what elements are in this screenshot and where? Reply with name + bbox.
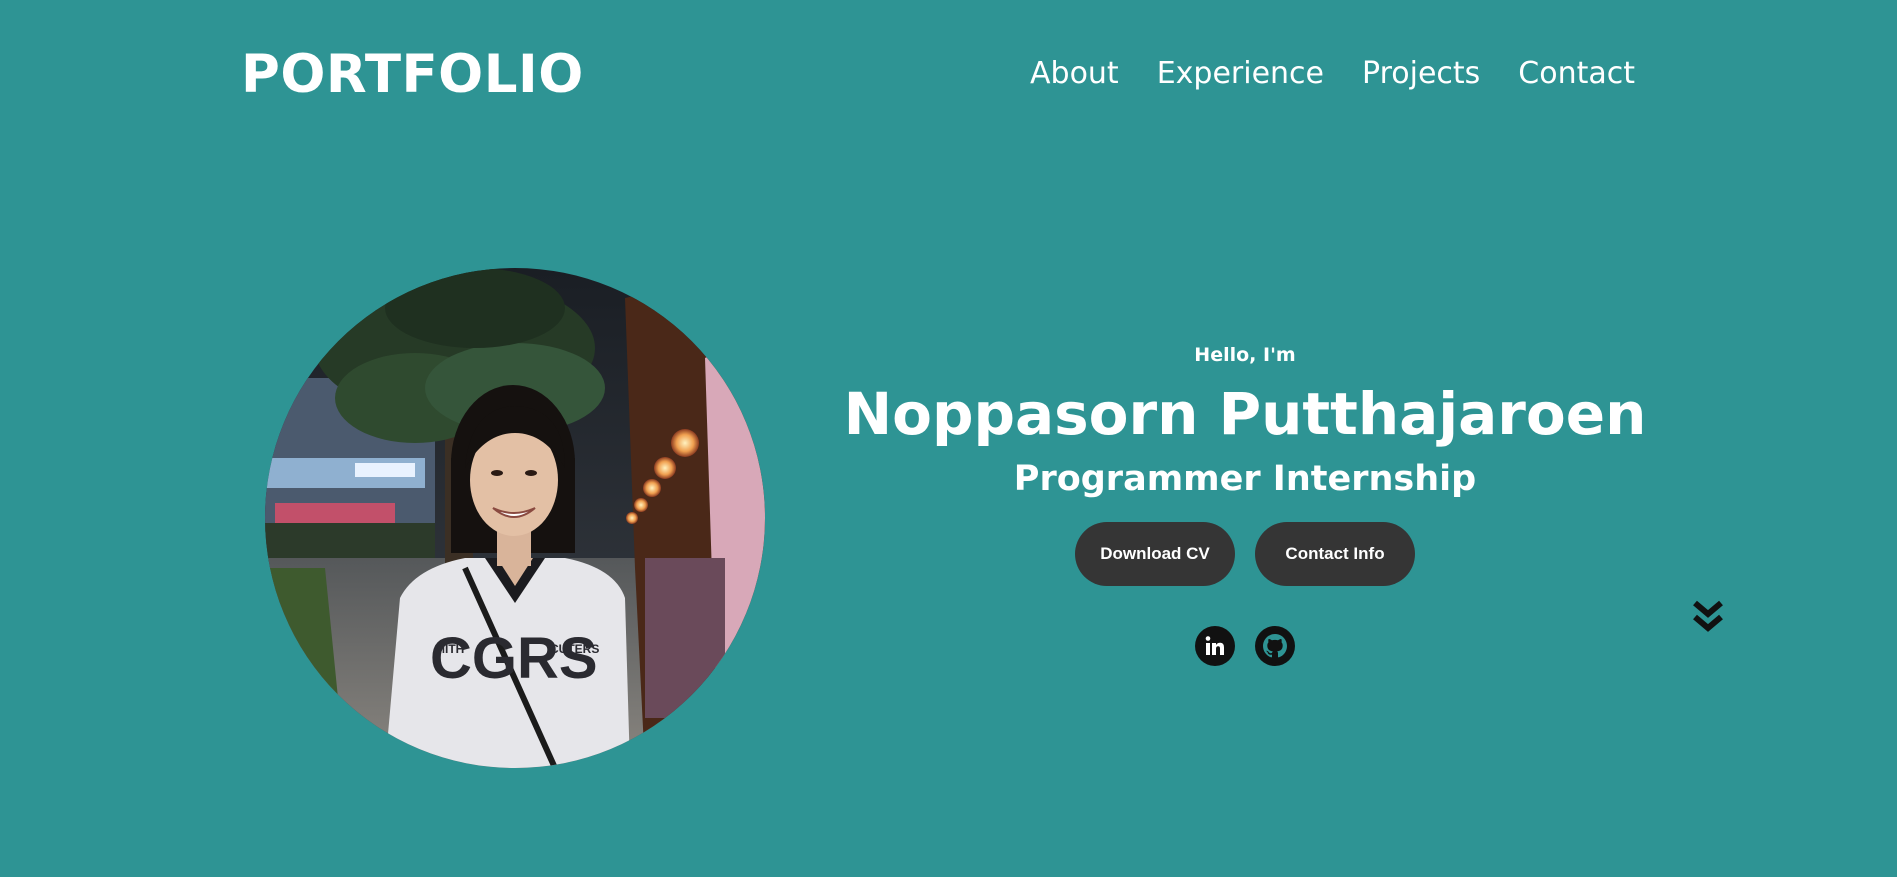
hero-intro: Hello, I'm Noppasorn Putthajaroen Progra… bbox=[840, 340, 1650, 666]
contact-info-button[interactable]: Contact Info bbox=[1255, 522, 1415, 586]
social-links bbox=[840, 626, 1650, 666]
double-chevron-down-icon[interactable] bbox=[1691, 598, 1725, 636]
hero-name: Noppasorn Putthajaroen bbox=[843, 380, 1647, 448]
svg-text:MITH: MITH bbox=[435, 642, 464, 656]
site-logo[interactable]: PORTFOLIO bbox=[241, 40, 584, 110]
site-header: PORTFOLIO About Experience Projects Cont… bbox=[0, 0, 1897, 150]
hero-role: Programmer Internship bbox=[1013, 459, 1477, 499]
profile-photo: CGRS MITH CUTERS bbox=[265, 268, 765, 768]
hero-buttons: Download CV Contact Info bbox=[840, 522, 1650, 586]
github-icon[interactable] bbox=[1255, 626, 1295, 666]
nav-link-about[interactable]: About bbox=[1030, 52, 1119, 96]
main-nav: About Experience Projects Contact bbox=[1030, 52, 1635, 96]
svg-text:CGRS: CGRS bbox=[430, 626, 598, 691]
svg-text:CUTERS: CUTERS bbox=[550, 642, 599, 656]
download-cv-button[interactable]: Download CV bbox=[1075, 522, 1235, 586]
greeting-text: Hello, I'm bbox=[1194, 344, 1296, 366]
linkedin-icon[interactable] bbox=[1195, 626, 1235, 666]
profile-photo-image: CGRS MITH CUTERS bbox=[265, 268, 765, 768]
nav-link-experience[interactable]: Experience bbox=[1157, 52, 1324, 96]
nav-link-contact[interactable]: Contact bbox=[1518, 52, 1635, 96]
nav-link-projects[interactable]: Projects bbox=[1362, 52, 1480, 96]
